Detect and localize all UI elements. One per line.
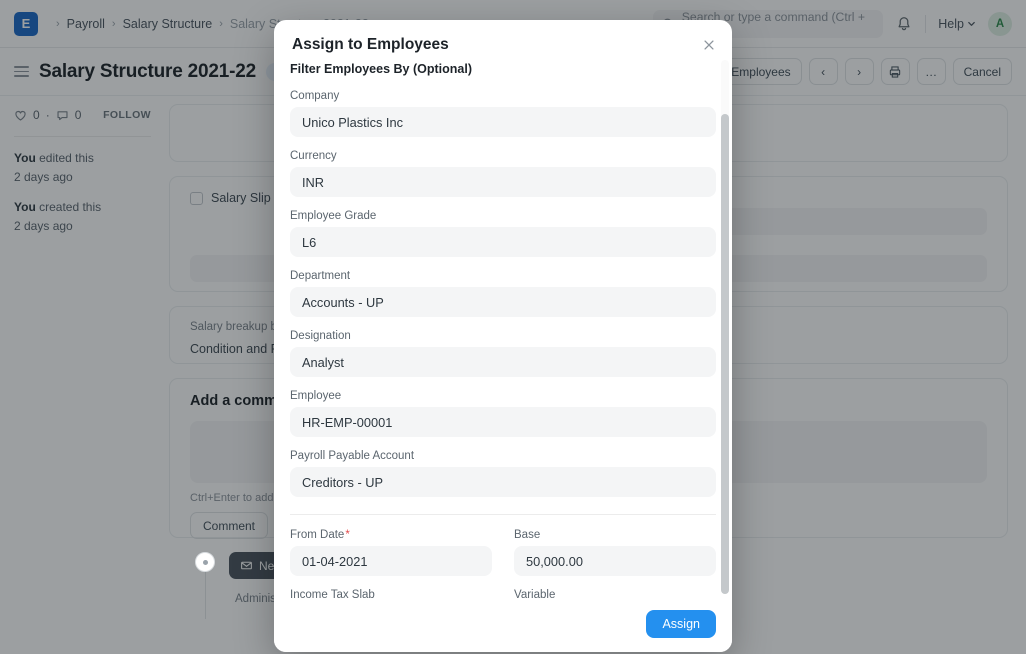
label-from-date: From Date* [290,529,492,541]
input-payroll-payable-account[interactable]: Creditors - UP [290,467,716,497]
dialog-header: Assign to Employees [274,20,732,54]
input-base[interactable]: 50,000.00 [514,546,716,576]
field-employee-grade: Employee Grade L6 [290,210,716,257]
dialog-footer: Assign [274,600,732,652]
field-employee: Employee HR-EMP-00001 [290,390,716,437]
label-designation: Designation [290,330,716,342]
input-from-date[interactable]: 01-04-2021 [290,546,492,576]
label-payroll-payable-account: Payroll Payable Account [290,450,716,462]
dialog-title: Assign to Employees [292,36,714,54]
label-currency: Currency [290,150,716,162]
label-company: Company [290,90,716,102]
dialog-scrollbar-thumb[interactable] [721,114,729,594]
field-base: Base 50,000.00 [514,529,716,576]
label-department: Department [290,270,716,282]
field-currency: Currency INR [290,150,716,197]
input-designation[interactable]: Analyst [290,347,716,377]
field-designation: Designation Analyst [290,330,716,377]
required-marker: * [345,529,349,541]
input-currency[interactable]: INR [290,167,716,197]
input-department[interactable]: Accounts - UP [290,287,716,317]
row-taxslab-variable: Income Tax Slab Variable [290,589,716,600]
assign-to-employees-dialog: Assign to Employees Filter Employees By … [274,20,732,652]
label-from-date-text: From Date [290,529,344,541]
field-variable: Variable [514,589,716,600]
field-from-date: From Date* 01-04-2021 [290,529,492,576]
dialog-section-divider [290,514,716,515]
close-icon[interactable] [700,36,718,54]
dialog-scrollbar[interactable] [721,60,729,594]
field-company: Company Unico Plastics Inc [290,90,716,137]
dialog-body: Filter Employees By (Optional) Company U… [274,54,732,600]
input-employee-grade[interactable]: L6 [290,227,716,257]
field-department: Department Accounts - UP [290,270,716,317]
label-employee-grade: Employee Grade [290,210,716,222]
label-employee: Employee [290,390,716,402]
label-variable: Variable [514,589,716,600]
field-payroll-payable-account: Payroll Payable Account Creditors - UP [290,450,716,497]
assign-button[interactable]: Assign [646,610,716,638]
label-base: Base [514,529,716,541]
label-income-tax-slab: Income Tax Slab [290,589,492,600]
close-x-icon [702,38,716,52]
row-date-base: From Date* 01-04-2021 Base 50,000.00 [290,529,716,589]
input-company[interactable]: Unico Plastics Inc [290,107,716,137]
filter-section-heading: Filter Employees By (Optional) [290,62,716,76]
input-employee[interactable]: HR-EMP-00001 [290,407,716,437]
field-income-tax-slab: Income Tax Slab [290,589,492,600]
dialog-scroll-content: Filter Employees By (Optional) Company U… [290,62,716,600]
timeline-dot-icon [195,552,215,572]
